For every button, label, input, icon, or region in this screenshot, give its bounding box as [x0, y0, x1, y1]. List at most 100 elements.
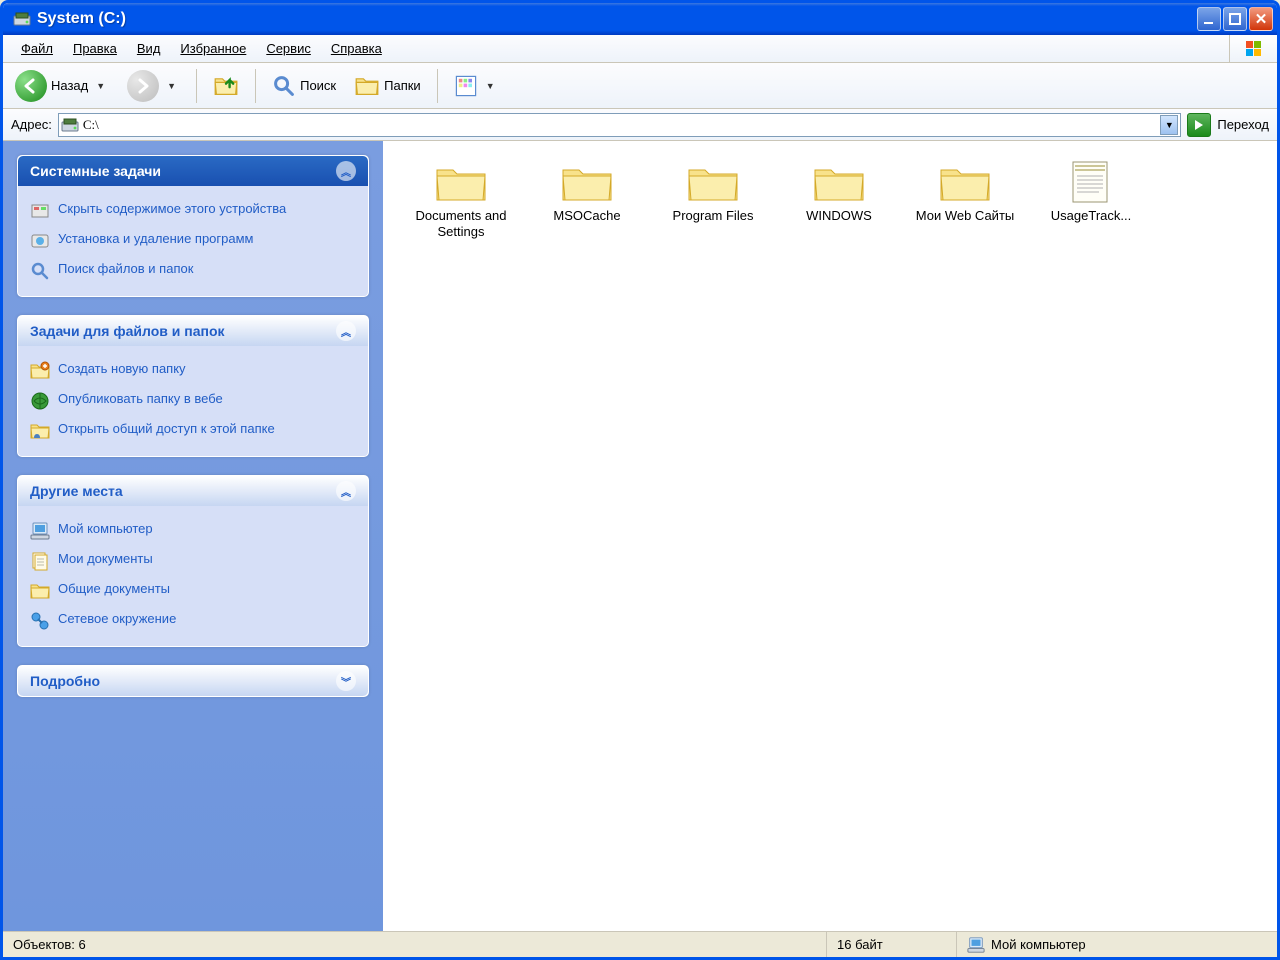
task-label: Установка и удаление программ — [58, 231, 254, 246]
status-location: Мой компьютер — [957, 932, 1277, 957]
task-link[interactable]: Открыть общий доступ к этой папке — [30, 416, 356, 446]
folders-icon — [354, 74, 380, 98]
task-label: Сетевое окружение — [58, 611, 176, 626]
file-item[interactable]: MSOCache — [529, 156, 645, 243]
tasks-sidebar: Системные задачи ︽ Скрыть содержимое это… — [3, 141, 383, 931]
menu-help[interactable]: Справка — [321, 37, 392, 60]
toolbar: Назад ▼ ▼ Поиск Папки ▼ — [3, 63, 1277, 109]
task-link[interactable]: Установка и удаление программ — [30, 226, 356, 256]
window-title: System (C:) — [37, 10, 1197, 28]
menubar: Файл Правка Вид Избранное Сервис Справка — [3, 35, 1277, 63]
task-label: Поиск файлов и папок — [58, 261, 193, 276]
file-list-area[interactable]: Documents and SettingsMSOCache Program Fi… — [383, 141, 1277, 931]
menu-tools[interactable]: Сервис — [256, 37, 321, 60]
panel-other-places: Другие места ︽ Мой компьютер Мои документ… — [17, 475, 369, 647]
file-item[interactable]: WINDOWS — [781, 156, 897, 243]
item-label: Мои Web Сайты — [916, 208, 1015, 224]
folders-label: Папки — [384, 78, 421, 93]
chevron-up-icon: ︽ — [336, 321, 356, 341]
panel-header-files[interactable]: Задачи для файлов и папок ︽ — [18, 316, 368, 346]
chevron-up-icon: ︽ — [336, 161, 356, 181]
menu-favorites[interactable]: Избранное — [170, 37, 256, 60]
task-link[interactable]: Скрыть содержимое этого устройства — [30, 196, 356, 226]
views-dropdown[interactable]: ▼ — [482, 81, 499, 91]
search-button[interactable]: Поиск — [266, 71, 342, 101]
publish-icon — [30, 391, 50, 411]
computer-icon — [967, 936, 985, 954]
address-label: Адрес: — [11, 117, 52, 132]
task-link[interactable]: Создать новую папку — [30, 356, 356, 386]
folder-icon — [435, 160, 487, 204]
folder-icon — [939, 160, 991, 204]
file-item[interactable]: Мои Web Сайты — [907, 156, 1023, 243]
panel-header-details[interactable]: Подробно ︾ — [18, 666, 368, 696]
file-item[interactable]: Documents and Settings — [403, 156, 519, 243]
chevron-down-icon: ︾ — [336, 671, 356, 691]
menu-view[interactable]: Вид — [127, 37, 171, 60]
back-label: Назад — [51, 78, 88, 93]
menu-edit[interactable]: Правка — [63, 37, 127, 60]
task-label: Общие документы — [58, 581, 170, 596]
windows-flag-icon — [1229, 35, 1277, 62]
network-icon — [30, 611, 50, 631]
forward-arrow-icon — [127, 70, 159, 102]
address-combo[interactable]: ▼ — [58, 113, 1182, 137]
forward-button[interactable]: ▼ — [121, 67, 186, 105]
up-button[interactable] — [207, 71, 245, 101]
item-label: WINDOWS — [806, 208, 872, 224]
item-label: Program Files — [673, 208, 754, 224]
shareddocs-icon — [30, 581, 50, 601]
folder-icon — [687, 160, 739, 204]
file-item[interactable]: UsageTrack... — [1033, 156, 1149, 243]
file-item[interactable]: Program Files — [655, 156, 771, 243]
task-label: Скрыть содержимое этого устройства — [58, 201, 286, 216]
go-label: Переход — [1217, 117, 1269, 132]
addrem-icon — [30, 231, 50, 251]
close-button[interactable]: ✕ — [1249, 7, 1273, 31]
titlebar[interactable]: System (C:) ✕ — [3, 3, 1277, 35]
views-button[interactable]: ▼ — [448, 71, 505, 101]
back-button[interactable]: Назад ▼ — [9, 67, 115, 105]
task-label: Мой компьютер — [58, 521, 153, 536]
task-link[interactable]: Поиск файлов и папок — [30, 256, 356, 286]
back-dropdown[interactable]: ▼ — [92, 81, 109, 91]
minimize-button[interactable] — [1197, 7, 1221, 31]
maximize-button[interactable] — [1223, 7, 1247, 31]
search-icon — [30, 261, 50, 281]
panel-system-tasks: Системные задачи ︽ Скрыть содержимое это… — [17, 155, 369, 297]
task-label: Открыть общий доступ к этой папке — [58, 421, 275, 436]
hide-icon — [30, 201, 50, 221]
task-label: Опубликовать папку в вебе — [58, 391, 223, 406]
panel-details: Подробно ︾ — [17, 665, 369, 697]
go-button[interactable] — [1187, 113, 1211, 137]
separator — [255, 69, 256, 103]
forward-dropdown[interactable]: ▼ — [163, 81, 180, 91]
search-label: Поиск — [300, 78, 336, 93]
folder-icon — [813, 160, 865, 204]
drive-icon — [13, 10, 31, 28]
task-link[interactable]: Опубликовать папку в вебе — [30, 386, 356, 416]
search-icon — [272, 74, 296, 98]
task-label: Создать новую папку — [58, 361, 186, 376]
views-icon — [454, 74, 478, 98]
menu-file[interactable]: Файл — [11, 37, 63, 60]
address-input[interactable] — [83, 117, 1161, 133]
address-dropdown-button[interactable]: ▼ — [1160, 115, 1178, 135]
panel-header-system[interactable]: Системные задачи ︽ — [18, 156, 368, 186]
panel-header-places[interactable]: Другие места ︽ — [18, 476, 368, 506]
task-link[interactable]: Общие документы — [30, 576, 356, 606]
task-link[interactable]: Мой компьютер — [30, 516, 356, 546]
task-link[interactable]: Сетевое окружение — [30, 606, 356, 636]
file-icon — [1065, 160, 1117, 204]
task-link[interactable]: Мои документы — [30, 546, 356, 576]
folders-button[interactable]: Папки — [348, 71, 427, 101]
separator — [437, 69, 438, 103]
separator — [196, 69, 197, 103]
status-objects: Объектов: 6 — [3, 932, 827, 957]
chevron-up-icon: ︽ — [336, 481, 356, 501]
panel-file-tasks: Задачи для файлов и папок ︽ Создать нову… — [17, 315, 369, 457]
content-area: Системные задачи ︽ Скрыть содержимое это… — [3, 141, 1277, 931]
status-size: 16 байт — [827, 932, 957, 957]
computer-icon — [30, 521, 50, 541]
newfolder-icon — [30, 361, 50, 381]
